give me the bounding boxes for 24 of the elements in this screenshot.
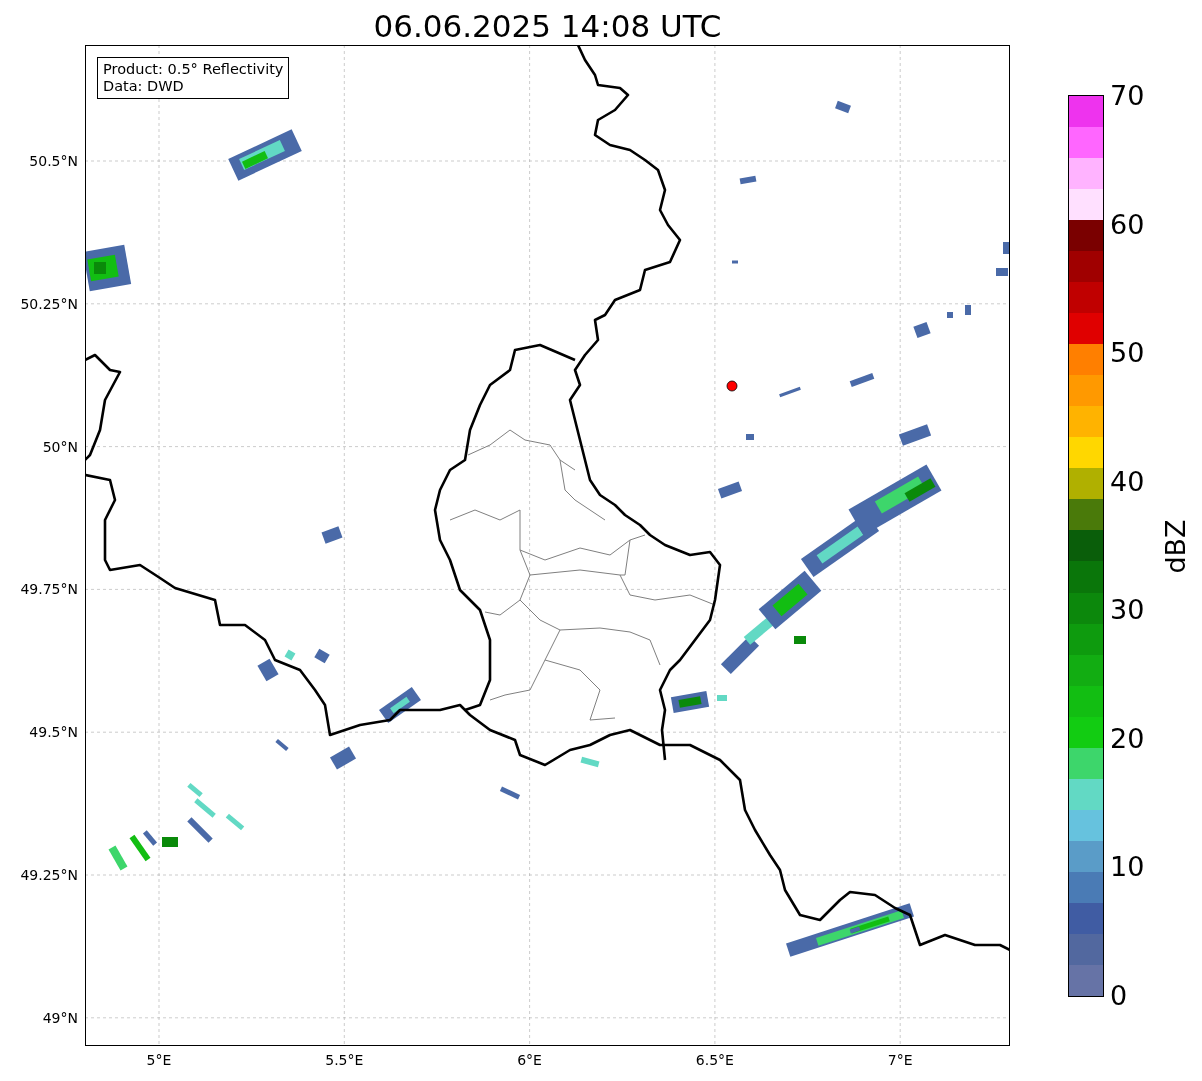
latitude-label: 50°N [42, 438, 78, 455]
colorbar-tick-label: 50 [1110, 339, 1145, 368]
longitude-label: 5.5°E [325, 1052, 364, 1068]
colorbar-tick-label: 60 [1110, 210, 1145, 239]
info-text: Product: 0.5° Reflectivity [103, 61, 284, 78]
chart-title: 06.06.2025 14:08 UTC [372, 7, 722, 45]
longitude-label: 6°E [517, 1052, 542, 1068]
colorbar-tick-label: 10 [1110, 853, 1145, 882]
latitude-label: 49.5°N [29, 724, 78, 741]
latitude-label: 49.75°N [20, 581, 78, 598]
colorbar-tick-label: 30 [1110, 596, 1145, 625]
colorbar-tick-label: 40 [1110, 467, 1145, 496]
latitude-label: 50.5°N [29, 153, 78, 169]
info-text: Data: DWD [103, 78, 185, 95]
longitude-label: 7°E [887, 1052, 913, 1068]
latitude-label: 49°N [42, 1009, 78, 1026]
longitude-label: 6.5°E [695, 1052, 734, 1068]
longitude-label: 5°E [146, 1052, 172, 1068]
colorbar-label: dBZ [1159, 518, 1191, 574]
colorbar-tick-label: 70 [1110, 82, 1145, 110]
colorbar-tick-label: 20 [1110, 724, 1145, 753]
latitude-label: 50.25°N [20, 295, 78, 312]
latitude-label: 49.25°N [20, 867, 78, 883]
colorbar-tick-label: 0 [1110, 982, 1128, 1010]
